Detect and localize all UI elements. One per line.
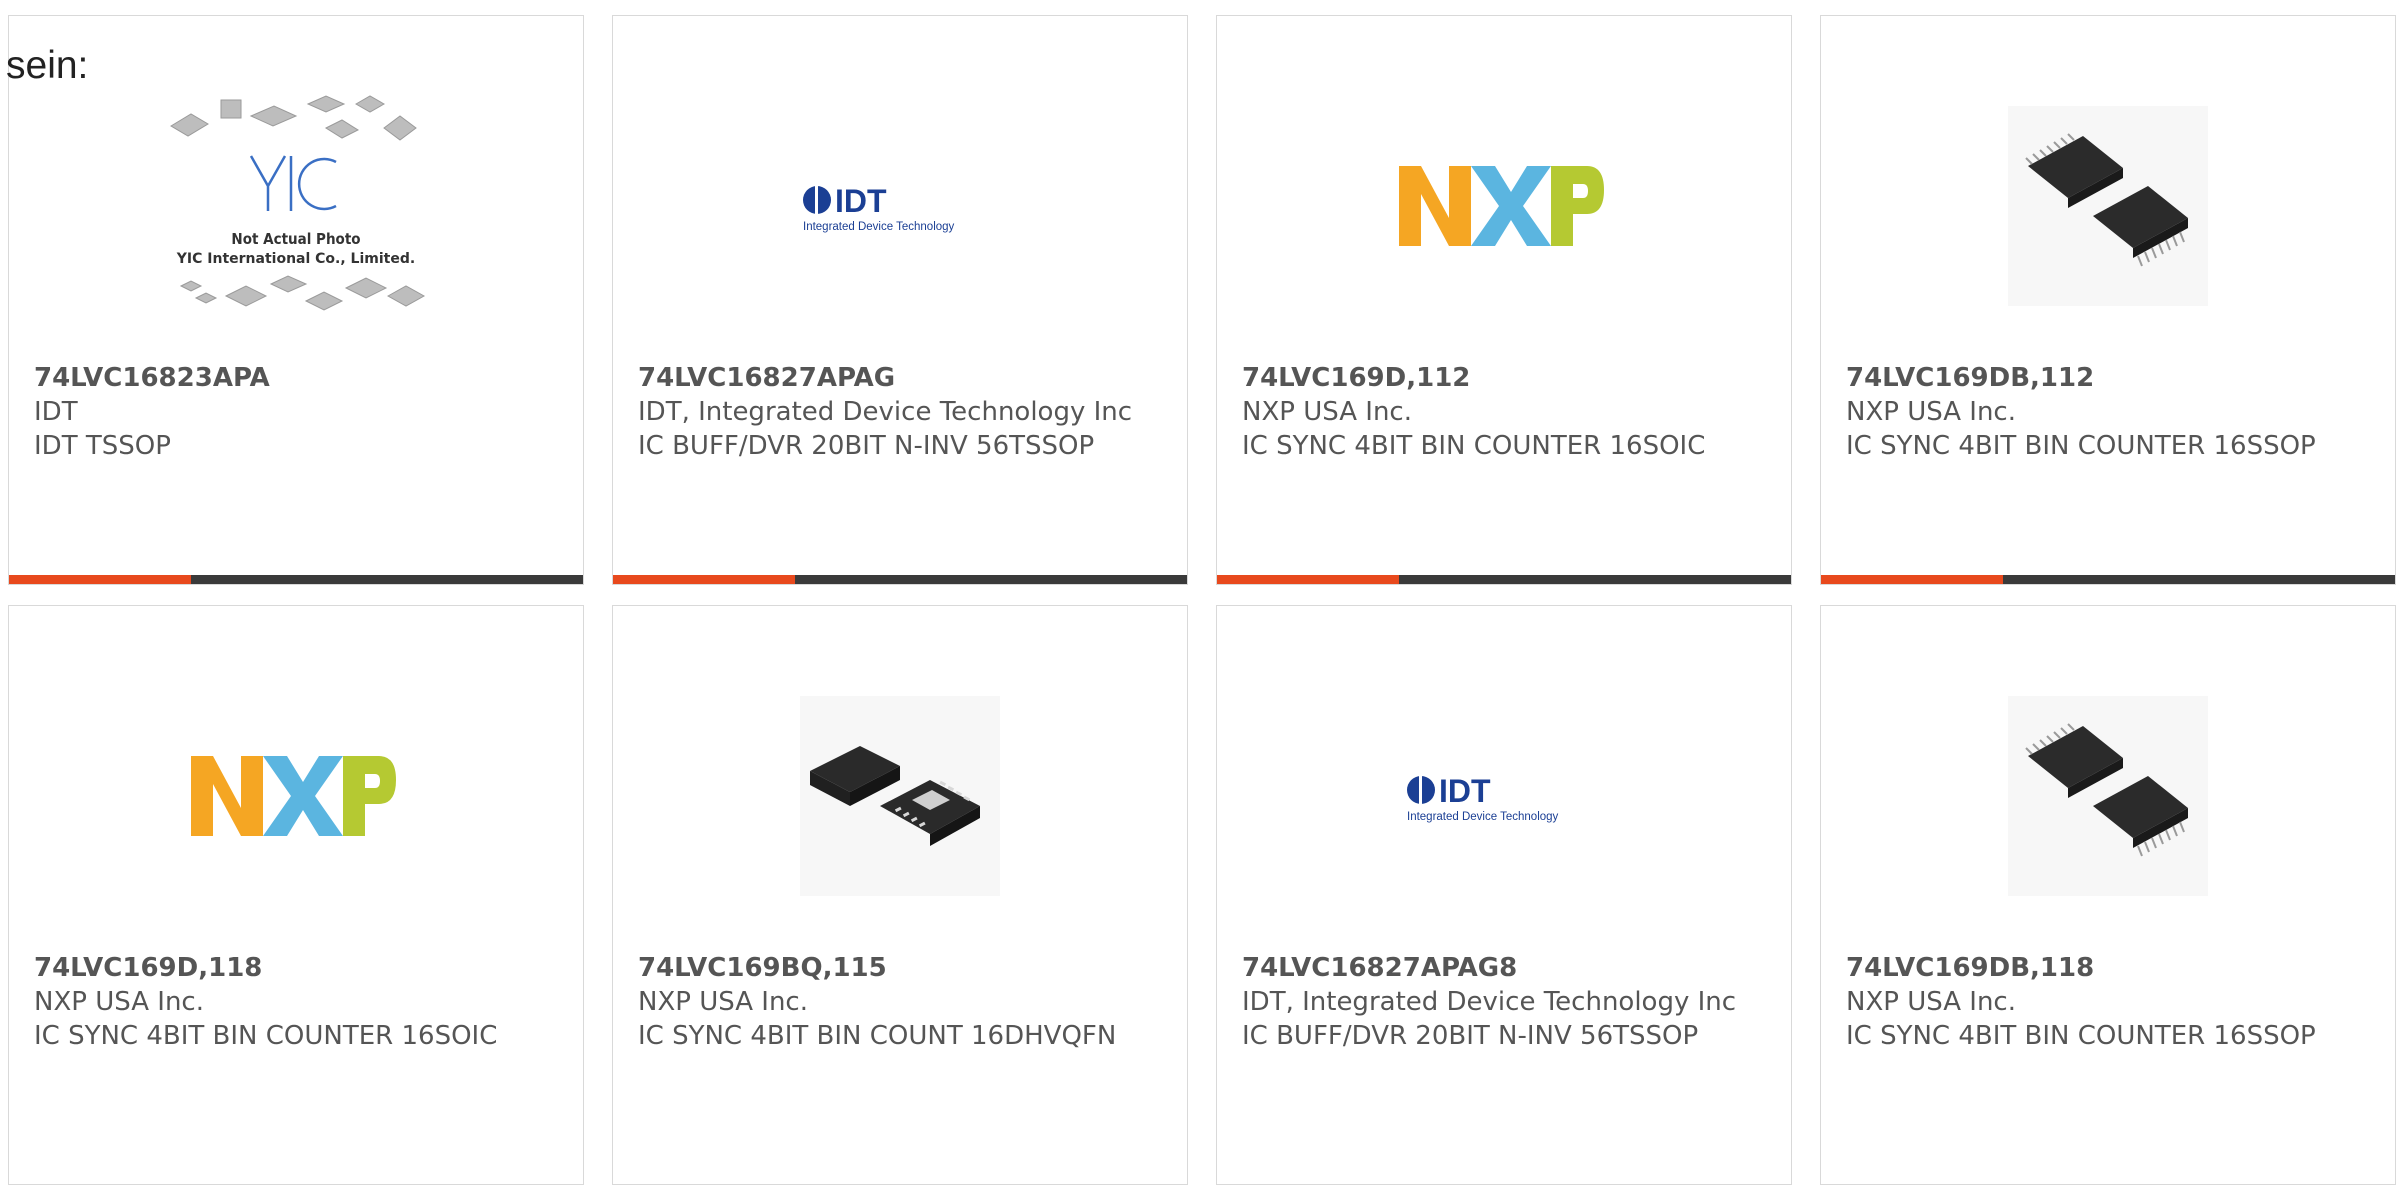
product-card[interactable]: 74LVC169BQ,115 NXP USA Inc. IC SYNC 4BIT… (612, 605, 1188, 1185)
part-number[interactable]: 74LVC169D,118 (34, 951, 563, 985)
yic-placeholder-image: Not Actual Photo YIC International Co., … (170, 95, 426, 311)
product-image[interactable]: IDT Integrated Device Technology (613, 56, 1187, 356)
description: IC BUFF/DVR 20BIT N-INV 56TSSOP (1242, 1021, 1699, 1051)
card-bottom-bar (1821, 575, 2395, 584)
product-card[interactable]: 74LVC169D,112 NXP USA Inc. IC SYNC 4BIT … (1216, 15, 1792, 585)
part-number[interactable]: 74LVC169D,112 (1242, 361, 1771, 395)
product-image[interactable]: Not Actual Photo YIC International Co., … (9, 56, 583, 356)
part-number[interactable]: 74LVC16827APAG8 (1242, 951, 1771, 985)
manufacturer: NXP USA Inc. (1846, 987, 2016, 1017)
part-number[interactable]: 74LVC169BQ,115 (638, 951, 1167, 985)
product-image[interactable] (1217, 56, 1791, 356)
product-card[interactable]: 74LVC169DB,112 NXP USA Inc. IC SYNC 4BIT… (1820, 15, 2396, 585)
product-card[interactable]: 74LVC169D,118 NXP USA Inc. IC SYNC 4BIT … (8, 605, 584, 1185)
description: IC SYNC 4BIT BIN COUNTER 16SSOP (1846, 431, 2316, 461)
intro-text: sein: (6, 44, 89, 87)
product-card[interactable]: 74LVC169DB,118 NXP USA Inc. IC SYNC 4BIT… (1820, 605, 2396, 1185)
description: IDT TSSOP (34, 431, 171, 461)
idt-tagline: Integrated Device Technology (1407, 811, 1559, 823)
product-image[interactable] (613, 646, 1187, 946)
manufacturer: NXP USA Inc. (638, 987, 808, 1017)
part-number[interactable]: 74LVC169DB,112 (1846, 361, 2375, 395)
product-image[interactable]: IDT Integrated Device Technology (1217, 646, 1791, 946)
part-number[interactable]: 74LVC169DB,118 (1846, 951, 2375, 985)
nxp-logo-image (1399, 166, 1604, 246)
idt-logo-image: IDT Integrated Device Technology (795, 156, 1005, 256)
card-bottom-bar (613, 575, 1187, 584)
description: IC SYNC 4BIT BIN COUNTER 16SSOP (1846, 1021, 2316, 1051)
description: IC BUFF/DVR 20BIT N-INV 56TSSOP (638, 431, 1095, 461)
idt-tagline: Integrated Device Technology (803, 221, 955, 233)
part-number[interactable]: 74LVC16827APAG (638, 361, 1167, 395)
idt-word: IDT (835, 183, 887, 219)
placeholder-caption-1: Not Actual Photo (231, 230, 360, 248)
manufacturer: NXP USA Inc. (1846, 397, 2016, 427)
manufacturer: NXP USA Inc. (1242, 397, 1412, 427)
idt-logo-image: IDT Integrated Device Technology (1399, 746, 1609, 846)
product-image[interactable] (1821, 646, 2395, 946)
description: IC SYNC 4BIT BIN COUNT 16DHVQFN (638, 1021, 1117, 1051)
nxp-logo-image (191, 756, 396, 836)
ssop-chip-image (2008, 106, 2208, 306)
manufacturer: NXP USA Inc. (34, 987, 204, 1017)
card-bottom-bar (9, 575, 583, 584)
product-image[interactable] (1821, 56, 2395, 356)
placeholder-caption-2: YIC International Co., Limited. (176, 251, 415, 267)
manufacturer: IDT, Integrated Device Technology Inc (638, 397, 1133, 427)
qfn-chip-image (800, 696, 1000, 896)
product-image[interactable] (9, 646, 583, 946)
product-card[interactable]: IDT Integrated Device Technology 74LVC16… (612, 15, 1188, 585)
manufacturer: IDT (34, 397, 78, 427)
product-card[interactable]: Not Actual Photo YIC International Co., … (8, 15, 584, 585)
ssop-chip-image (2008, 696, 2208, 896)
idt-word: IDT (1439, 773, 1491, 809)
part-number[interactable]: 74LVC16823APA (34, 361, 563, 395)
description: IC SYNC 4BIT BIN COUNTER 16SOIC (1242, 431, 1706, 461)
description: IC SYNC 4BIT BIN COUNTER 16SOIC (34, 1021, 498, 1051)
manufacturer: IDT, Integrated Device Technology Inc (1242, 987, 1737, 1017)
product-card[interactable]: IDT Integrated Device Technology 74LVC16… (1216, 605, 1792, 1185)
card-bottom-bar (1217, 575, 1791, 584)
